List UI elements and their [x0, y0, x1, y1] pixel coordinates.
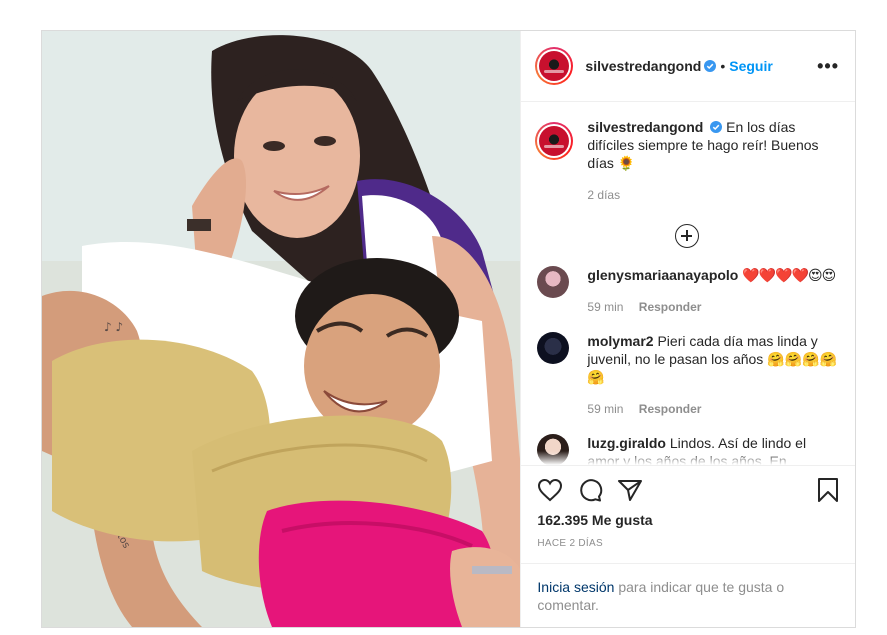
- post-header: silvestredangond • Seguir •••: [521, 31, 855, 102]
- verified-icon: [704, 60, 717, 72]
- commenter-avatar[interactable]: [537, 332, 570, 364]
- author-username[interactable]: silvestredangond: [585, 58, 701, 74]
- comment-line: glenysmariaanayapolo ❤️❤️❤️❤️😍😍: [587, 266, 836, 284]
- verified-icon: [710, 121, 723, 133]
- comment-meta: 59 min Responder: [587, 400, 839, 418]
- avatar-frame: [537, 49, 572, 83]
- avatar-frame: [537, 124, 572, 158]
- comment-item: glenysmariaanayapolo ❤️❤️❤️❤️😍😍 59 min R…: [535, 266, 839, 316]
- share-icon[interactable]: [617, 478, 643, 502]
- comment-line: molymar2 Pieri cada día mas linda y juve…: [587, 332, 839, 386]
- comment-username[interactable]: luzg.giraldo: [587, 435, 666, 451]
- caption-body: silvestredangond En los días difíciles s…: [587, 118, 839, 172]
- comment-username[interactable]: molymar2: [587, 333, 653, 349]
- more-icon[interactable]: •••: [817, 57, 839, 75]
- comment-icon[interactable]: [577, 478, 603, 502]
- comment-text: ❤️❤️❤️❤️😍😍: [742, 267, 836, 283]
- action-icons: [537, 476, 839, 504]
- scroll-fade: [521, 451, 855, 465]
- commenter-avatar[interactable]: [537, 266, 570, 298]
- instagram-post: ♪ ♪ Bruselitos silvestredangond •: [41, 30, 856, 628]
- comment-body: glenysmariaanayapolo ❤️❤️❤️❤️😍😍 59 min R…: [587, 266, 836, 316]
- post-photo[interactable]: ♪ ♪ Bruselitos: [42, 31, 521, 627]
- comment-meta: 59 min Responder: [587, 298, 835, 316]
- comment-username[interactable]: glenysmariaanayapolo: [587, 267, 738, 283]
- caption-time: 2 días: [587, 188, 621, 202]
- heart-icon[interactable]: [537, 478, 563, 502]
- post-side-panel: silvestredangond • Seguir ••• silvestred…: [520, 31, 855, 627]
- svg-text:♪ ♪: ♪ ♪: [104, 320, 123, 334]
- avatar-image: [539, 51, 570, 81]
- follow-button[interactable]: Seguir: [729, 58, 773, 74]
- comment-item: molymar2 Pieri cada día mas linda y juve…: [535, 332, 839, 418]
- caption-avatar[interactable]: [535, 122, 574, 160]
- login-prompt: Inicia sesión para indicar que te gusta …: [521, 563, 855, 627]
- reply-button[interactable]: Responder: [639, 402, 702, 416]
- reply-button[interactable]: Responder: [639, 300, 702, 314]
- comment-body: molymar2 Pieri cada día mas linda y juve…: [587, 332, 839, 418]
- comment-time: 59 min: [587, 300, 624, 314]
- separator-dot: •: [720, 58, 726, 74]
- likes-count[interactable]: 162.395 Me gusta: [537, 512, 839, 528]
- login-link[interactable]: Inicia sesión: [537, 579, 614, 595]
- post-caption: silvestredangond En los días difíciles s…: [535, 118, 839, 204]
- comment-time: 59 min: [587, 402, 624, 416]
- comments-list[interactable]: silvestredangond En los días difíciles s…: [521, 102, 855, 465]
- caption-username[interactable]: silvestredangond: [587, 119, 703, 135]
- post-actions: 162.395 Me gusta HACE 2 DÍAS: [521, 465, 855, 549]
- author-avatar[interactable]: [535, 47, 574, 85]
- avatar-image: [539, 126, 570, 156]
- caption-text-block: silvestredangond En los días difíciles s…: [587, 118, 839, 204]
- post-date: HACE 2 DÍAS: [537, 538, 603, 549]
- photo-illustration: ♪ ♪ Bruselitos: [42, 31, 521, 627]
- save-icon[interactable]: [817, 477, 839, 503]
- load-more-comments: [535, 224, 839, 248]
- add-comment-icon[interactable]: [675, 224, 700, 248]
